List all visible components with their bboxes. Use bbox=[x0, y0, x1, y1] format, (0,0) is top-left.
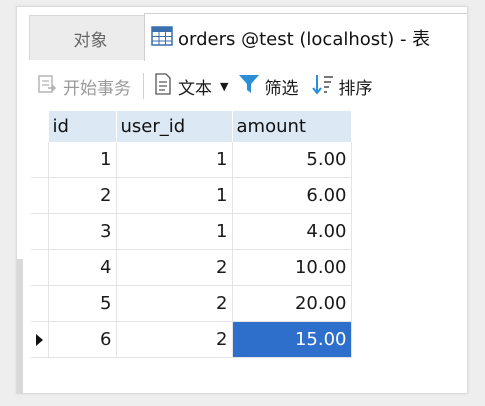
current-row-marker[interactable] bbox=[31, 321, 49, 358]
cell-amount[interactable]: 20.00 bbox=[232, 285, 352, 322]
cell-user-id[interactable]: 1 bbox=[116, 142, 233, 178]
tab-bar: 对象 orders @test (localhost) - 表 bbox=[17, 7, 467, 62]
left-scroll-indicator bbox=[17, 259, 23, 393]
filter-funnel-icon bbox=[238, 73, 260, 100]
begin-transaction-label: 开始事务 bbox=[63, 78, 131, 99]
cell-user-id[interactable]: 2 bbox=[116, 249, 233, 286]
table-window: 对象 orders @test (localhost) - 表 开始事务 文本 … bbox=[16, 6, 468, 394]
tab-objects-label: 对象 bbox=[73, 30, 108, 51]
column-header-id[interactable]: id bbox=[48, 111, 117, 142]
cell-amount[interactable]: 4.00 bbox=[232, 213, 352, 250]
cell-id[interactable]: 2 bbox=[48, 177, 117, 214]
table-row[interactable]: 2 1 6.00 bbox=[31, 177, 352, 214]
text-view-label: 文本 bbox=[178, 78, 212, 99]
table-grid-icon bbox=[151, 25, 173, 51]
row-marker-header bbox=[31, 111, 49, 142]
cell-user-id[interactable]: 1 bbox=[116, 177, 233, 214]
filter-button[interactable]: 筛选 bbox=[238, 73, 298, 100]
row-marker[interactable] bbox=[31, 249, 49, 286]
transaction-icon bbox=[37, 74, 57, 99]
sort-icon bbox=[312, 73, 334, 100]
table-row-selected[interactable]: 6 2 15.00 bbox=[31, 321, 352, 358]
text-document-icon bbox=[154, 72, 172, 100]
cell-id[interactable]: 3 bbox=[48, 213, 117, 250]
cell-id[interactable]: 5 bbox=[48, 285, 117, 322]
tab-objects[interactable]: 对象 bbox=[29, 15, 152, 60]
table-row[interactable]: 3 1 4.00 bbox=[31, 213, 352, 250]
cell-id[interactable]: 1 bbox=[48, 142, 117, 178]
row-marker[interactable] bbox=[31, 177, 49, 214]
toolbar: 开始事务 文本 ▼ 筛选 排序 bbox=[17, 61, 467, 111]
sort-label: 排序 bbox=[338, 78, 373, 99]
row-marker[interactable] bbox=[31, 213, 49, 250]
cell-amount[interactable]: 5.00 bbox=[232, 142, 352, 178]
filter-label: 筛选 bbox=[264, 78, 299, 99]
begin-transaction-button[interactable]: 开始事务 bbox=[37, 74, 131, 99]
table-row[interactable]: 1 1 5.00 bbox=[31, 142, 352, 178]
column-header-amount[interactable]: amount bbox=[232, 111, 352, 142]
cell-user-id[interactable]: 2 bbox=[116, 321, 233, 358]
grid-header-row: id user_id amount bbox=[31, 111, 352, 142]
cell-user-id[interactable]: 2 bbox=[116, 285, 233, 322]
cell-amount[interactable]: 6.00 bbox=[232, 177, 352, 214]
tab-orders-table-label: orders @test (localhost) - 表 bbox=[178, 29, 431, 50]
table-row[interactable]: 4 2 10.00 bbox=[31, 249, 352, 286]
cell-amount[interactable]: 10.00 bbox=[232, 249, 352, 286]
cell-amount-selected[interactable]: 15.00 bbox=[232, 321, 352, 358]
cell-id[interactable]: 6 bbox=[48, 321, 117, 358]
data-grid: id user_id amount 1 1 5.00 2 1 6.00 3 1 … bbox=[31, 111, 352, 358]
toolbar-separator bbox=[143, 73, 144, 99]
row-marker[interactable] bbox=[31, 142, 49, 178]
column-header-user-id[interactable]: user_id bbox=[116, 111, 233, 142]
row-marker[interactable] bbox=[31, 285, 49, 322]
tab-orders-table[interactable]: orders @test (localhost) - 表 bbox=[144, 13, 467, 62]
caret-down-icon: ▼ bbox=[220, 79, 229, 93]
cell-id[interactable]: 4 bbox=[48, 249, 117, 286]
sort-button[interactable]: 排序 bbox=[312, 73, 372, 100]
cell-user-id[interactable]: 1 bbox=[116, 213, 233, 250]
text-view-dropdown[interactable]: 文本 ▼ bbox=[154, 72, 229, 100]
current-row-arrow-icon bbox=[36, 333, 43, 346]
table-row[interactable]: 5 2 20.00 bbox=[31, 285, 352, 322]
